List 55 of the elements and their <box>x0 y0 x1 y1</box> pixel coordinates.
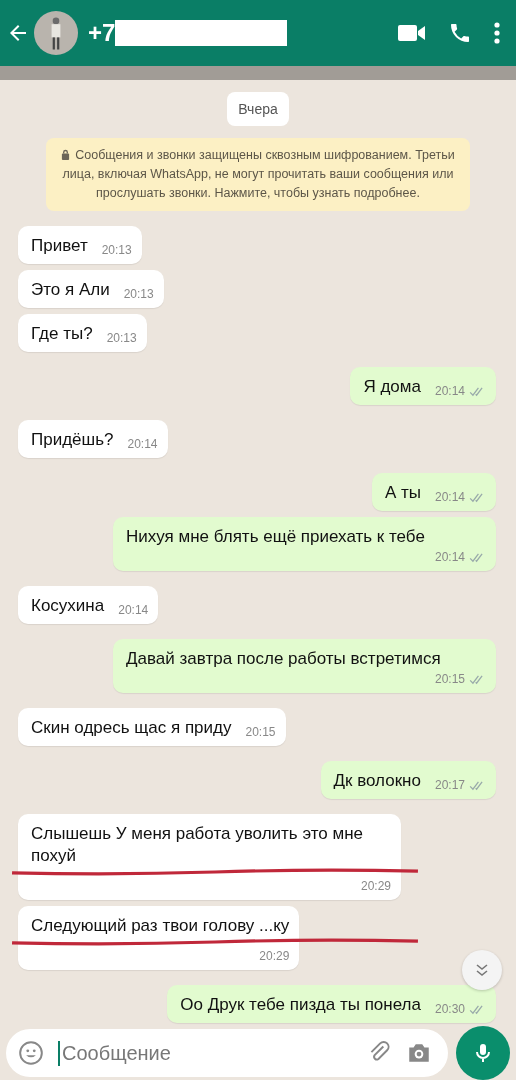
message-text: Это я Али <box>31 279 110 301</box>
message-text: Нихуя мне блять ещё приехать к тебе <box>126 526 426 548</box>
message-time: 20:14 <box>434 550 465 564</box>
message-time: 20:13 <box>101 243 132 257</box>
more-options-icon[interactable] <box>494 21 500 45</box>
message-bubble[interactable]: Дк волокно 20:17 <box>320 761 496 799</box>
message-bubble[interactable]: Привет 20:13 <box>18 226 142 264</box>
message-bubble[interactable]: Где ты? 20:13 <box>18 314 147 352</box>
message-text: Где ты? <box>31 323 93 345</box>
message-bubble[interactable]: Слышешь У меня работа уволить это мне похуй 20:29 <box>18 814 401 900</box>
message-time: 20:29 <box>360 879 391 893</box>
double-chevron-icon <box>474 962 490 978</box>
message-composer-field[interactable]: Сообщение <box>6 1029 448 1077</box>
message-text: Давай завтра после работы встретимся <box>126 648 442 670</box>
contact-phone-number: +7 <box>88 19 116 47</box>
message-time: 20:13 <box>106 331 137 345</box>
lock-icon <box>61 149 71 160</box>
message-text: А ты <box>384 482 421 504</box>
message-text: Слышешь У меня работа уволить это мне похуй <box>31 823 364 867</box>
message-input-field[interactable]: Сообщение <box>58 1040 352 1066</box>
message-time: 20:15 <box>434 672 465 686</box>
message-time: 20:14 <box>118 603 149 617</box>
message-time: 20:13 <box>123 287 154 301</box>
message-text: Дк волокно <box>333 770 421 792</box>
encryption-notice[interactable]: Сообщения и звонки защищены сквозным шифрованием. Третьи лица, включая WhatsApp, не могут прочитать ваши сообщения или прослушать звонки. Нажмите, чтобы узнать подробнее. <box>46 138 470 211</box>
emoji-icon[interactable] <box>18 1040 44 1066</box>
message-text: Следующий раз твои голову ...ку <box>31 915 290 937</box>
message-bubble[interactable]: Придёшь? 20:14 <box>18 420 168 458</box>
message-bubble[interactable]: Косухина 20:14 <box>18 586 159 624</box>
message-bubble[interactable]: Следующий раз твои голову ...ку 20:29 <box>18 906 300 970</box>
message-bubble[interactable]: Давай завтра после работы встретимся 20:15 <box>113 639 496 693</box>
message-text: Придёшь? <box>31 429 114 451</box>
message-time: 20:14 <box>127 437 158 451</box>
message-time: 20:17 <box>434 778 465 792</box>
microphone-button[interactable] <box>456 1026 510 1080</box>
message-time: 20:29 <box>259 949 290 963</box>
message-text: Косухина <box>31 595 105 617</box>
message-time: 20:14 <box>434 384 465 398</box>
message-text: Скин одресь щас я приду <box>31 717 232 739</box>
date-chip: Вчера <box>227 92 289 126</box>
message-bubble[interactable]: А ты 20:14 <box>371 473 496 511</box>
message-time: 20:14 <box>434 490 465 504</box>
message-bubble[interactable]: Оо Друк тебе пизда ты понела 20:30 <box>167 985 496 1023</box>
avatar-icon[interactable] <box>34 11 78 55</box>
message-bubble[interactable]: Нихуя мне блять ещё приехать к тебе 20:14 <box>113 517 496 571</box>
message-text: Привет <box>31 235 88 257</box>
message-time: 20:15 <box>245 725 276 739</box>
message-text: Оо Друк тебе пизда ты понела <box>180 994 421 1016</box>
message-bubble[interactable]: Это я Али 20:13 <box>18 270 164 308</box>
message-time: 20:30 <box>434 1002 465 1016</box>
video-call-icon[interactable] <box>398 23 426 43</box>
message-bubble[interactable]: Скин одресь щас я приду 20:15 <box>18 708 286 746</box>
message-bubble[interactable]: Я дома 20:14 <box>350 367 496 405</box>
message-text: Я дома <box>363 376 421 398</box>
phone-call-icon[interactable] <box>448 21 472 45</box>
